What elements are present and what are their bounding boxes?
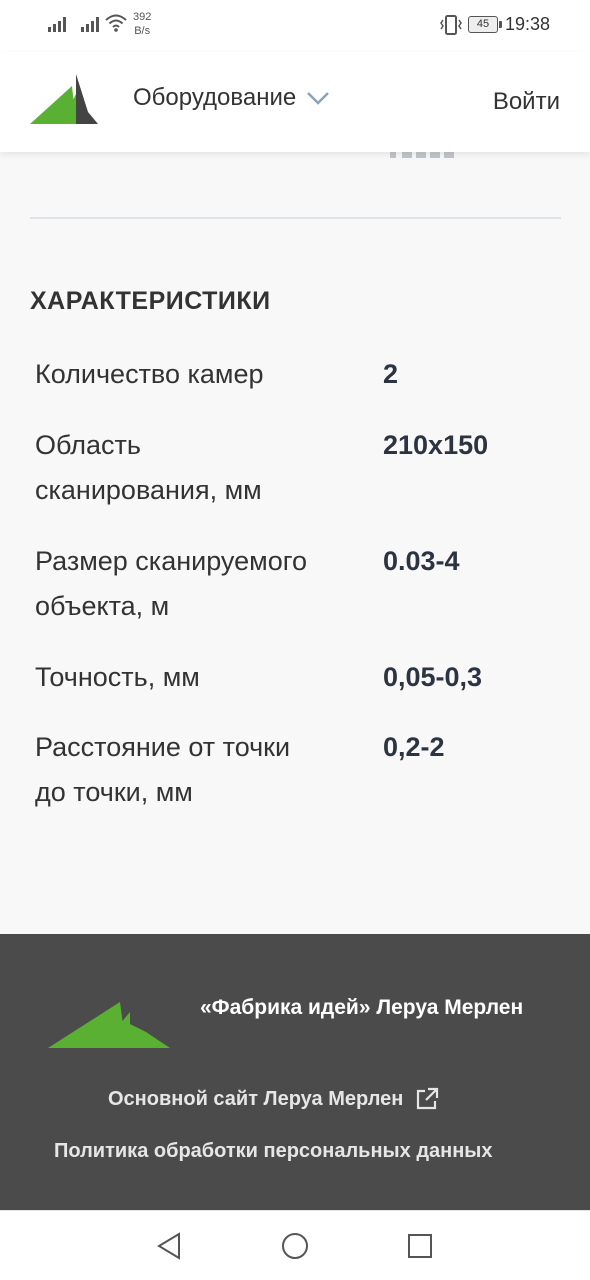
spec-value: 0.03-4: [383, 546, 460, 576]
home-circle-icon[interactable]: [281, 1231, 309, 1261]
clock: 19:38: [505, 14, 551, 34]
spec-row: Расстояние от точки до точки, мм 0,2-2: [35, 725, 555, 815]
equipment-dropdown[interactable]: Оборудование: [133, 84, 330, 112]
network-speed-unit: B/s: [134, 25, 151, 37]
battery-indicator: 45: [468, 16, 502, 33]
spec-name-line: Количество камер: [35, 359, 264, 389]
signal-icon-2: [81, 16, 99, 32]
brand-logo[interactable]: [28, 74, 100, 126]
status-bar: 392 B/s 45 19:38: [0, 0, 590, 52]
spec-name-line: сканирования, мм: [35, 475, 262, 505]
recents-square-icon[interactable]: [406, 1231, 434, 1261]
equipment-dropdown-label: Оборудование: [133, 84, 297, 111]
spec-name-line: объекта, м: [35, 591, 170, 621]
spec-value: 0,2-2: [383, 732, 445, 762]
spec-value: 0,05-0,3: [383, 662, 483, 692]
spec-name-line: Размер сканируемого: [35, 546, 307, 576]
wifi-icon: [105, 14, 127, 32]
spec-row: Область сканирования, мм 210x150: [35, 423, 555, 513]
privacy-policy-link[interactable]: Политика обработки персональных данных: [54, 1140, 493, 1163]
spec-name: Точность, мм: [35, 655, 383, 700]
chevron-down-icon: [307, 92, 330, 105]
specs-title: ХАРАКТЕРИСТИКИ: [30, 287, 271, 315]
main-site-link[interactable]: Основной сайт Леруа Мерлен: [108, 1087, 439, 1111]
system-nav-bar: [0, 1210, 590, 1280]
spec-row: Точность, мм 0,05-0,3: [35, 655, 555, 700]
back-triangle-icon[interactable]: [155, 1231, 183, 1261]
spec-row: Размер сканируемого объекта, м 0.03-4: [35, 539, 555, 629]
spec-value: 210x150: [383, 430, 489, 460]
network-speed: 392 B/s: [133, 10, 151, 38]
spec-row: Количество камер 2: [35, 352, 555, 397]
network-speed-value: 392: [133, 11, 152, 23]
spec-name-line: до точки, мм: [35, 777, 193, 807]
spec-name: Расстояние от точки до точки, мм: [35, 725, 383, 815]
site-footer: «Фабрика идей» Леруа Мерлен Основной сай…: [0, 934, 590, 1210]
spec-name: Количество камер: [35, 352, 383, 397]
spec-name-line: Расстояние от точки: [35, 732, 291, 762]
login-link[interactable]: Войти: [493, 88, 560, 116]
signal-icon: [48, 16, 66, 32]
external-link-icon: [417, 1087, 439, 1110]
spec-name: Область сканирования, мм: [35, 423, 383, 513]
footer-title: «Фабрика идей» Леруа Мерлен: [200, 996, 524, 1019]
spec-name-line: Точность, мм: [35, 662, 200, 692]
spec-name: Размер сканируемого объекта, м: [35, 539, 383, 629]
site-header: Оборудование Войти: [0, 52, 590, 152]
footer-brand-logo[interactable]: [48, 984, 172, 1050]
section-divider: [30, 217, 561, 219]
spec-value: 2: [383, 359, 399, 389]
main-site-link-label: Основной сайт Леруа Мерлен: [108, 1087, 404, 1110]
vibrate-icon: [440, 15, 462, 35]
spec-name-line: Область: [35, 430, 141, 460]
